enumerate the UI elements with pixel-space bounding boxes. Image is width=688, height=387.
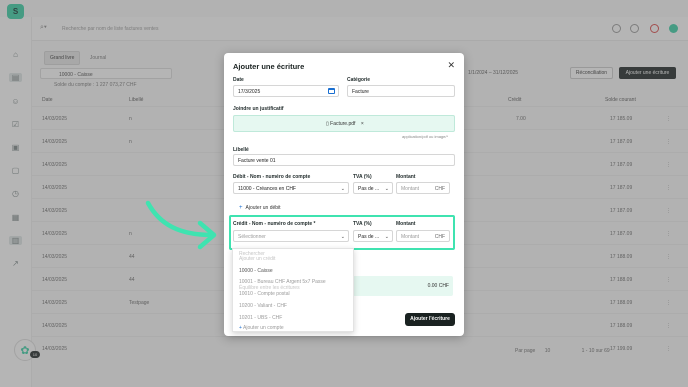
category-field[interactable]: Facture — [347, 85, 455, 97]
date-label: Date — [233, 77, 244, 83]
dropdown-add-account[interactable]: + Ajouter un compte — [239, 325, 284, 331]
credit-total-panel: 0.00 CHF — [353, 276, 453, 296]
date-value: 17/3/2025 — [238, 89, 261, 95]
debit-tva-select[interactable]: Pas de ... ⌄ — [353, 182, 393, 194]
modal-title: Ajouter une écriture — [233, 62, 305, 71]
dropdown-option[interactable]: 10000 - Caisse — [239, 268, 273, 274]
credit-row-highlight — [229, 215, 455, 250]
currency-suffix: CHF — [434, 186, 445, 192]
debit-amount-input[interactable]: Montant CHF — [396, 182, 450, 194]
pointer-arrow-icon — [145, 200, 217, 250]
add-debit-link[interactable]: + Ajouter un débit — [239, 205, 281, 211]
remove-file-icon[interactable]: × — [361, 121, 364, 127]
amount-placeholder: Montant — [401, 186, 420, 192]
add-account-label: Ajouter un compte — [243, 325, 284, 331]
attachment-dropzone[interactable]: ▯ Facture.pdf × — [233, 115, 455, 132]
amount-label: Montant — [396, 174, 416, 180]
chevron-down-icon: ⌄ — [340, 186, 345, 192]
dropdown-option[interactable]: 10010 - Compte postal — [239, 291, 290, 297]
chevron-down-icon: ⌄ — [384, 186, 389, 192]
dropdown-ghost-add-credit: Ajouter un crédit — [239, 256, 276, 262]
libelle-field[interactable]: Facture vente 01 — [233, 154, 455, 166]
close-icon[interactable]: ✕ — [447, 61, 455, 70]
plus-icon: + — [239, 205, 243, 211]
attachment-hint: application/pdf ou image/* — [402, 134, 449, 139]
date-field[interactable]: 17/3/2025 — [233, 85, 339, 97]
attachment-filename: Facture.pdf — [330, 121, 356, 127]
debit-account-value: 11000 - Créances en CHF — [238, 186, 296, 192]
tva-label: TVA (%) — [353, 174, 372, 180]
debit-account-select[interactable]: 11000 - Créances en CHF ⌄ — [233, 182, 349, 194]
add-debit-label: Ajouter un débit — [245, 205, 281, 211]
attachment-label: Joindre un justificatif — [233, 106, 284, 112]
libelle-label: Libellé — [233, 147, 249, 153]
category-label: Catégorie — [347, 77, 371, 83]
debit-label: Débit - Nom - numéro de compte — [233, 174, 311, 180]
attachment-file: ▯ Facture.pdf × — [326, 121, 364, 127]
credit-total: 0.00 CHF — [427, 283, 449, 289]
debit-tva-value: Pas de ... — [358, 186, 380, 192]
dropdown-option[interactable]: 10200 - Valiant - CHF — [239, 303, 287, 309]
credit-account-dropdown: Rechercher Ajouter un crédit 10000 - Cai… — [232, 248, 354, 332]
calendar-icon[interactable] — [328, 88, 335, 94]
dropdown-option[interactable]: 10201 - UBS - CHF — [239, 315, 282, 321]
submit-entry-button[interactable]: Ajouter l'écriture — [405, 313, 455, 326]
